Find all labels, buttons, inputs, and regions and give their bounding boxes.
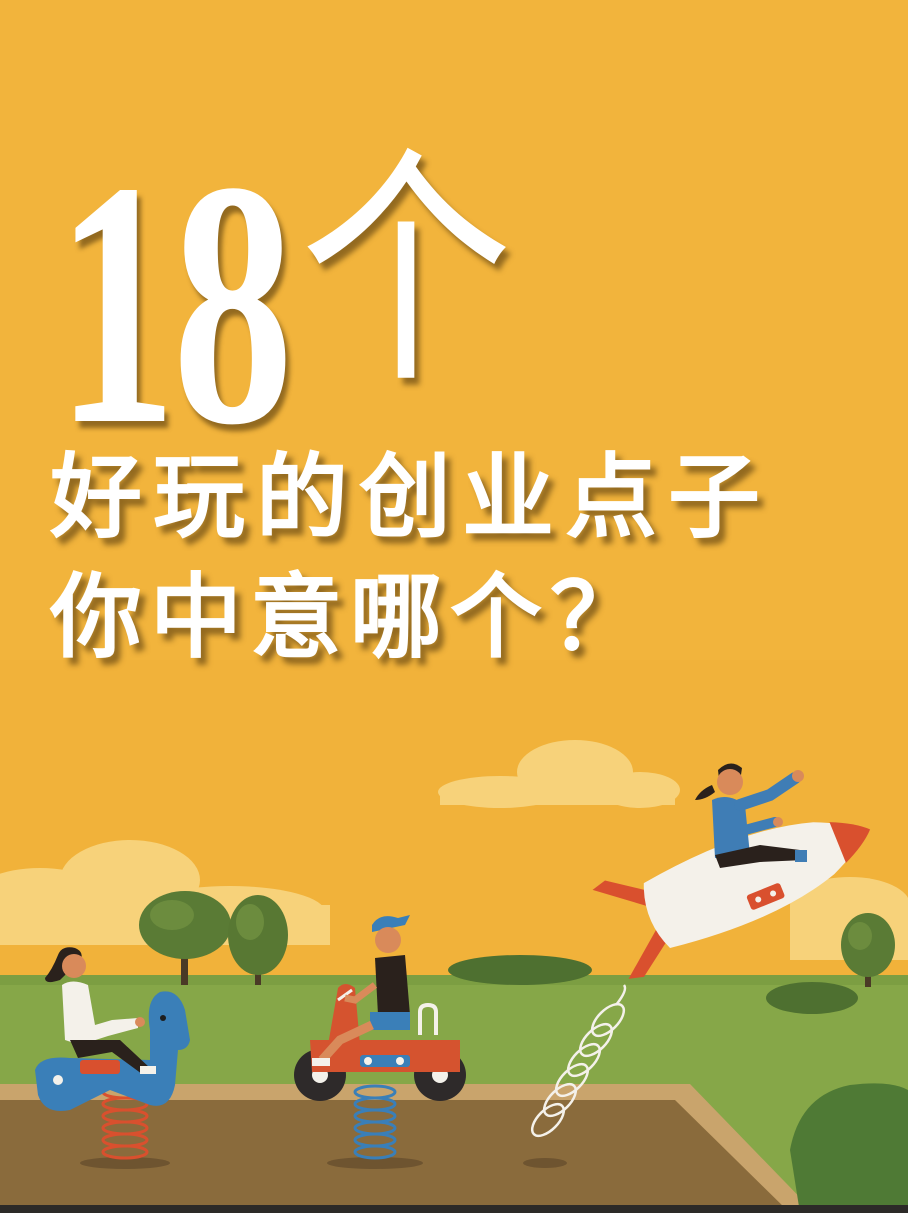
bush [448,955,592,985]
bush [766,982,858,1014]
subtitle-line-2: 你中意哪个？ [50,567,651,669]
grass-horizon [0,975,908,985]
headline-unit: 个 [300,136,513,413]
headline-number: 18 [56,109,293,497]
shadow [523,1158,567,1168]
subtitle-line-1: 好玩的创业点子 [50,447,772,549]
bottom-strip [0,1205,908,1213]
